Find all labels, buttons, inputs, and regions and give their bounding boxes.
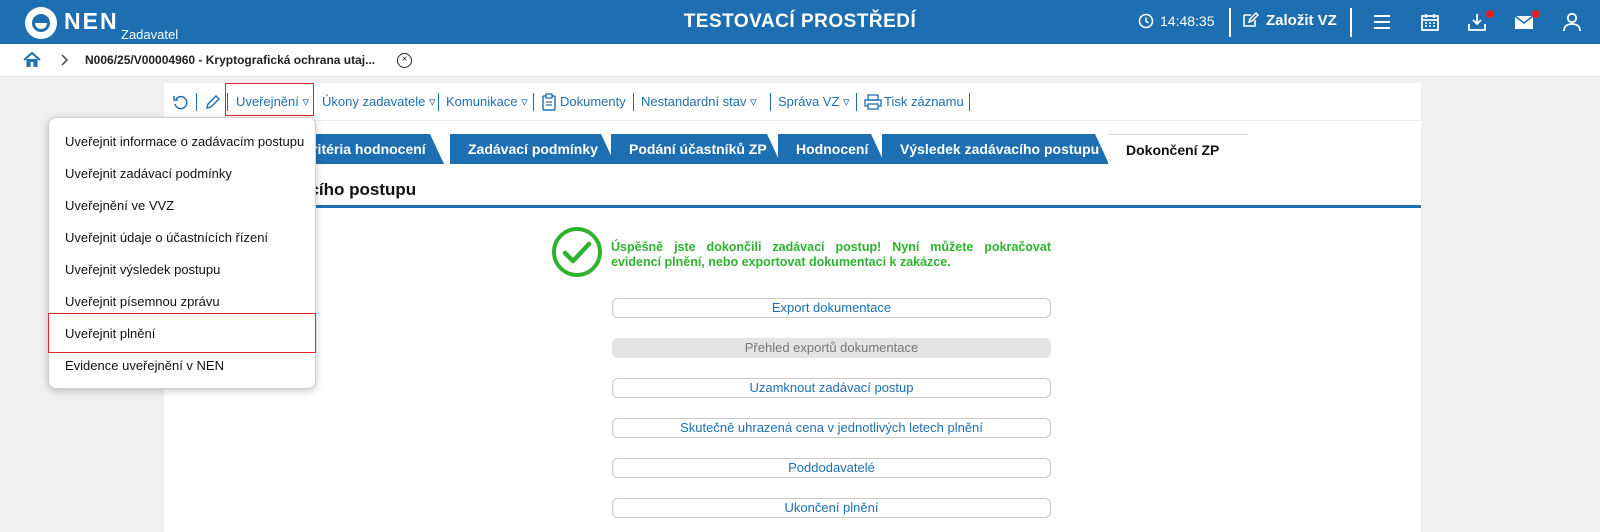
termination-of-performance-button[interactable]: Ukončení plnění (612, 498, 1051, 518)
success-message: Úspěšně jste dokončili zadávací postup! … (611, 240, 1051, 269)
divider (1229, 8, 1231, 37)
nen-logo-icon[interactable] (25, 7, 57, 39)
toolbar-contracting-actions[interactable]: Úkony zadavatele ▿ (322, 94, 435, 110)
pencil-icon[interactable] (204, 93, 222, 111)
toolbar-separator (533, 93, 534, 111)
toolbar-vz-management[interactable]: Správa VZ ▿ (778, 94, 850, 110)
publish-menu-highlight (225, 83, 314, 116)
export-documentation-button[interactable]: Export dokumentace (612, 298, 1051, 318)
menu-item-publish-participants[interactable]: Uveřejnit údaje o účastnících řízení (65, 230, 268, 245)
logo-text[interactable]: NEN (64, 8, 119, 35)
toolbar-nonstandard-state[interactable]: Nestandardní stav ▿ (641, 94, 757, 110)
menu-item-publish-tender-conditions[interactable]: Uveřejnit zadávací podmínky (65, 166, 232, 181)
breadcrumb-current[interactable]: N006/25/V00004960 - Kryptografická ochra… (85, 53, 375, 67)
lock-procedure-button[interactable]: Uzamknout zadávací postup (612, 378, 1051, 398)
paid-price-by-year-button[interactable]: Skutečně uhrazená cena v jednotlivých le… (612, 418, 1051, 438)
toolbar: Uveřejnění ▿ Úkony zadavatele ▿ Komunika… (164, 83, 1421, 121)
toolbar-communication[interactable]: Komunikace ▿ (446, 94, 528, 110)
toolbar-print-record[interactable]: Tisk záznamu (884, 94, 964, 109)
calendar-icon[interactable] (1419, 11, 1441, 33)
session-clock: 14:48:35 (1138, 13, 1215, 29)
clock-time: 14:48:35 (1160, 13, 1215, 29)
toolbar-separator (633, 93, 634, 111)
tab-completion[interactable]: Dokončení ZP (1108, 134, 1262, 164)
toolbar-separator (856, 93, 857, 111)
menu-item-publication-records[interactable]: Evidence uveřejnění v NEN (65, 358, 224, 373)
edit-icon (1243, 11, 1259, 27)
menu-icon[interactable] (1371, 11, 1393, 33)
tab-evaluation[interactable]: Hodnocení (778, 134, 885, 164)
toolbar-separator (438, 93, 439, 111)
divider (1350, 8, 1352, 37)
print-icon (864, 94, 882, 110)
menu-item-highlight (48, 313, 316, 353)
tab-participant-submissions[interactable]: Podání účastníků ZP (611, 134, 781, 164)
menu-item-publish-vvz[interactable]: Uveřejnění ve VVZ (65, 198, 174, 213)
environment-title: TESTOVACÍ PROSTŘEDÍ (683, 11, 917, 32)
user-icon[interactable] (1561, 11, 1583, 33)
refresh-icon[interactable] (172, 93, 190, 111)
section-divider (164, 205, 1421, 208)
toolbar-separator (969, 93, 970, 111)
home-icon[interactable] (23, 51, 41, 69)
clock-icon (1138, 13, 1154, 29)
close-icon[interactable]: × (397, 53, 412, 68)
menu-item-publish-result[interactable]: Uveřejnit výsledek postupu (65, 262, 220, 277)
export-overview-button[interactable]: Přehled exportů dokumentace (612, 338, 1051, 358)
chevron-right-icon (61, 54, 69, 66)
download-badge (1486, 10, 1494, 18)
logo-subtitle: Zadavatel (121, 27, 179, 42)
menu-item-publish-written-report[interactable]: Uveřejnit písemnou zprávu (65, 294, 220, 309)
toolbar-separator (196, 93, 197, 111)
clipboard-icon (542, 93, 556, 111)
top-bar: NEN Zadavatel TESTOVACÍ PROSTŘEDÍ 14:48:… (0, 0, 1600, 44)
stage-tabs: Kritéria hodnocení Zadávací podmínky Pod… (164, 134, 1421, 164)
download-icon[interactable] (1466, 11, 1488, 33)
breadcrumb: N006/25/V00004960 - Kryptografická ochra… (0, 44, 1600, 77)
toolbar-separator (770, 93, 771, 111)
mail-badge (1532, 10, 1540, 18)
toolbar-documents[interactable]: Dokumenty (560, 94, 626, 109)
create-vz-label: Založit VZ (1266, 11, 1337, 29)
success-check-icon (552, 227, 602, 277)
menu-item-publish-procedure-info[interactable]: Uveřejnit informace o zadávacím postupu (65, 134, 304, 149)
subcontractors-button[interactable]: Poddodavatelé (612, 458, 1051, 478)
section-title: acího postupu (300, 180, 417, 199)
create-vz-button[interactable]: Založit VZ (1241, 11, 1337, 29)
tab-procedure-result[interactable]: Výsledek zadávacího postupu (882, 134, 1109, 164)
tab-tender-conditions[interactable]: Zadávací podmínky (450, 134, 615, 164)
